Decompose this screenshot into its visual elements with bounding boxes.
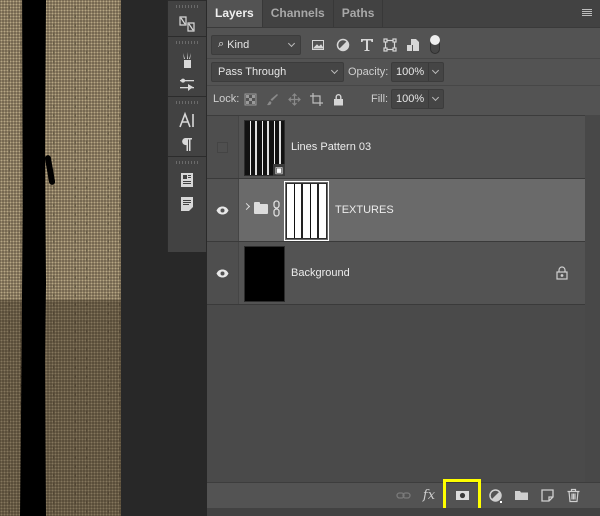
layer-name[interactable]: TEXTURES: [335, 204, 394, 216]
grip-handle[interactable]: [176, 101, 198, 104]
blend-row: Pass Through Opacity: 100%: [207, 58, 600, 85]
link-icon: [395, 492, 411, 499]
tab-layers[interactable]: Layers: [207, 0, 263, 27]
layers-scrollbar[interactable]: [585, 115, 600, 482]
opacity-dropdown-arrow[interactable]: [429, 63, 443, 81]
fx-icon: fx: [422, 488, 436, 503]
trash-icon: [567, 488, 579, 503]
eye-icon: [216, 206, 229, 214]
lock-artboard-icon[interactable]: [308, 91, 324, 107]
grip-handle[interactable]: [176, 5, 198, 8]
adjustment-layer-filter-icon[interactable]: [335, 37, 351, 53]
smart-object-filter-icon[interactable]: [405, 37, 421, 53]
lock-image-pixels-icon[interactable]: [264, 91, 280, 107]
opacity-field: 100%: [391, 62, 445, 82]
type-layer-filter-icon[interactable]: [359, 37, 375, 53]
canvas-black-stripe: [20, 0, 46, 516]
layer-thumbnail: ▣: [244, 120, 285, 176]
layer-row-background[interactable]: Background: [207, 242, 585, 305]
panel-icon-strip: [167, 0, 207, 252]
tool-group-type: [168, 96, 206, 156]
mask-link-chain-icon[interactable]: [273, 200, 280, 217]
layer-locked-icon: [556, 266, 568, 280]
lock-all-icon[interactable]: [330, 91, 346, 107]
fill-dropdown-arrow[interactable]: [429, 90, 443, 108]
new-layer-button[interactable]: [534, 486, 560, 506]
eye-icon: [216, 269, 229, 277]
brush-settings-icon[interactable]: [168, 72, 206, 96]
filter-kind-dropdown[interactable]: ⌕ Kind: [211, 34, 301, 55]
paragraph-icon[interactable]: [168, 132, 206, 156]
smart-object-badge-icon: ▣: [273, 164, 285, 176]
panel-bottom-edge: [207, 508, 600, 516]
tab-channels[interactable]: Channels: [263, 0, 334, 27]
new-group-button[interactable]: [508, 486, 534, 506]
character-icon[interactable]: [168, 108, 206, 132]
filter-toggle-knob: [430, 35, 440, 45]
pixel-layer-filter-icon[interactable]: [310, 37, 326, 53]
layer-row-lines-pattern-03[interactable]: ▣ Lines Pattern 03: [207, 116, 585, 179]
layer-thumbnail: [244, 246, 285, 302]
filter-toggle[interactable]: [430, 35, 440, 54]
layer-mask-thumbnail[interactable]: [284, 181, 329, 241]
document-canvas[interactable]: [0, 0, 121, 516]
layer-name[interactable]: Lines Pattern 03: [291, 141, 371, 153]
hamburger-menu-icon[interactable]: [582, 9, 592, 17]
layer-mask-icon: [455, 491, 469, 500]
layers-list: ▣ Lines Pattern 03 TEXTURES Background: [207, 115, 585, 482]
delete-layer-button[interactable]: [560, 486, 586, 506]
artboard-tool-icon[interactable]: [168, 12, 206, 36]
grip-handle[interactable]: [176, 41, 198, 44]
lock-transparent-pixels-icon[interactable]: [242, 91, 258, 107]
paragraph-styles-icon[interactable]: [168, 192, 206, 216]
opacity-label: Opacity:: [348, 66, 389, 78]
visibility-toggle[interactable]: [207, 179, 239, 241]
expand-group-chevron-icon[interactable]: [242, 202, 251, 211]
lock-position-icon[interactable]: [286, 91, 302, 107]
adjustment-icon: [488, 489, 502, 503]
new-layer-icon: [540, 489, 554, 502]
layers-panel: Layers Channels Paths ⌕ Kind Pass Throug…: [207, 0, 600, 516]
canvas-texture-dark-region: [0, 300, 121, 516]
tool-group-styles: [168, 156, 206, 216]
lock-label: Lock:: [213, 93, 240, 105]
visibility-toggle[interactable]: [207, 116, 239, 178]
add-mask-button[interactable]: [443, 478, 481, 513]
workspace-background: [121, 0, 167, 516]
blend-mode-dropdown[interactable]: Pass Through: [211, 62, 344, 82]
chevron-down-icon: [330, 66, 339, 75]
character-styles-icon[interactable]: [168, 168, 206, 192]
lock-row: Lock: Fill: 100%: [207, 85, 600, 112]
fill-input[interactable]: 100%: [392, 90, 430, 108]
fill-field: 100%: [391, 89, 445, 109]
grip-handle[interactable]: [176, 161, 198, 164]
filter-row: ⌕ Kind: [207, 31, 600, 58]
blend-mode-value: Pass Through: [218, 66, 287, 78]
layer-name[interactable]: Background: [291, 267, 350, 279]
tab-paths[interactable]: Paths: [334, 0, 384, 27]
folder-icon: [254, 202, 268, 214]
visibility-off-box: [217, 141, 228, 153]
layers-footer-toolbar: fx: [207, 478, 600, 513]
panel-tab-bar: Layers Channels Paths: [207, 0, 600, 28]
opacity-input[interactable]: 100%: [392, 63, 430, 81]
shape-layer-filter-icon[interactable]: [382, 37, 398, 53]
tool-group-artboard: [168, 0, 206, 36]
search-icon: ⌕: [218, 38, 225, 50]
chevron-down-icon: [287, 39, 296, 47]
folder-icon: [514, 491, 528, 500]
filter-kind-label: Kind: [227, 38, 250, 51]
link-layers-button[interactable]: [390, 486, 416, 506]
layer-row-textures[interactable]: TEXTURES: [207, 179, 585, 242]
tool-group-brushes: [168, 36, 206, 96]
canvas-black-chip: [44, 154, 56, 186]
visibility-toggle[interactable]: [207, 242, 239, 304]
brushes-icon[interactable]: [168, 48, 206, 72]
fill-label: Fill:: [371, 93, 389, 105]
layer-style-button[interactable]: fx: [416, 486, 442, 506]
new-adjustment-layer-button[interactable]: [482, 486, 508, 506]
